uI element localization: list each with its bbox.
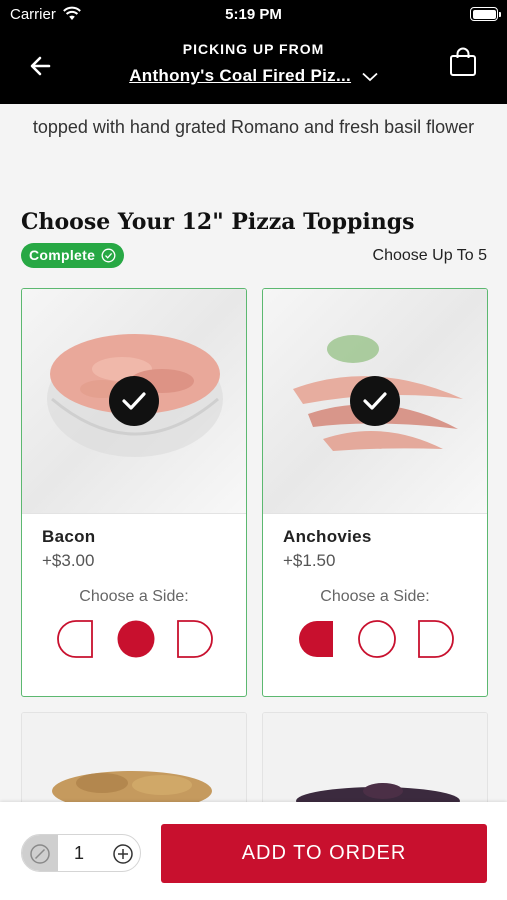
topping-name: Anchovies [283,527,372,546]
add-to-order-button[interactable]: ADD TO ORDER [161,824,487,883]
topping-price: +$3.00 [42,551,95,570]
selected-check-icon [350,376,400,426]
chevron-down-icon[interactable] [362,72,378,82]
topping-card-anchovies[interactable]: Anchovies +$1.50 Choose a Side: [262,288,488,697]
quantity-stepper[interactable]: 1 [21,834,141,872]
anchovies-image [263,289,487,514]
top-bar: Carrier 5:19 PM PICKING UP FROM Anthony'… [0,0,507,104]
status-time: 5:19 PM [225,6,282,23]
whole-option-icon[interactable] [357,619,397,659]
quantity-value: 1 [74,843,85,863]
side-selector [56,619,216,659]
complete-badge-label: Complete [29,247,96,263]
toppings-limit: Choose Up To 5 [372,247,487,264]
toppings-title: Choose Your 12" Pizza Toppings [21,209,415,235]
selected-check-icon [109,376,159,426]
pickup-label: PICKING UP FROM [182,41,325,57]
store-name[interactable]: Anthony's Coal Fired Piz... [129,66,351,85]
check-circle-icon [101,248,116,263]
item-description: topped with hand grated Romano and fresh… [32,117,475,137]
status-bar: Carrier 5:19 PM [0,0,507,30]
plus-icon[interactable] [112,843,134,865]
whole-option-icon-selected[interactable] [116,619,156,659]
topping-price: +$1.50 [283,551,336,570]
side-selector [297,619,457,659]
shopping-bag-icon[interactable] [449,47,477,77]
minus-disabled-icon[interactable] [29,843,51,865]
bacon-image [22,289,246,514]
store-selector[interactable]: Anthony's Coal Fired Piz... [0,66,507,86]
side-label: Choose a Side: [320,588,430,605]
side-label: Choose a Side: [79,588,189,605]
right-half-option-icon[interactable] [415,619,455,659]
topping-name: Bacon [42,527,96,546]
battery-icon [470,7,501,21]
left-half-option-icon-selected[interactable] [297,619,337,659]
left-half-option-icon[interactable] [56,619,96,659]
topping-card-bacon[interactable]: Bacon +$3.00 Choose a Side: [21,288,247,697]
bottom-order-bar: 1 ADD TO ORDER [0,802,507,900]
complete-badge: Complete [21,243,125,268]
right-half-option-icon[interactable] [174,619,214,659]
decrement-button[interactable] [22,835,58,871]
